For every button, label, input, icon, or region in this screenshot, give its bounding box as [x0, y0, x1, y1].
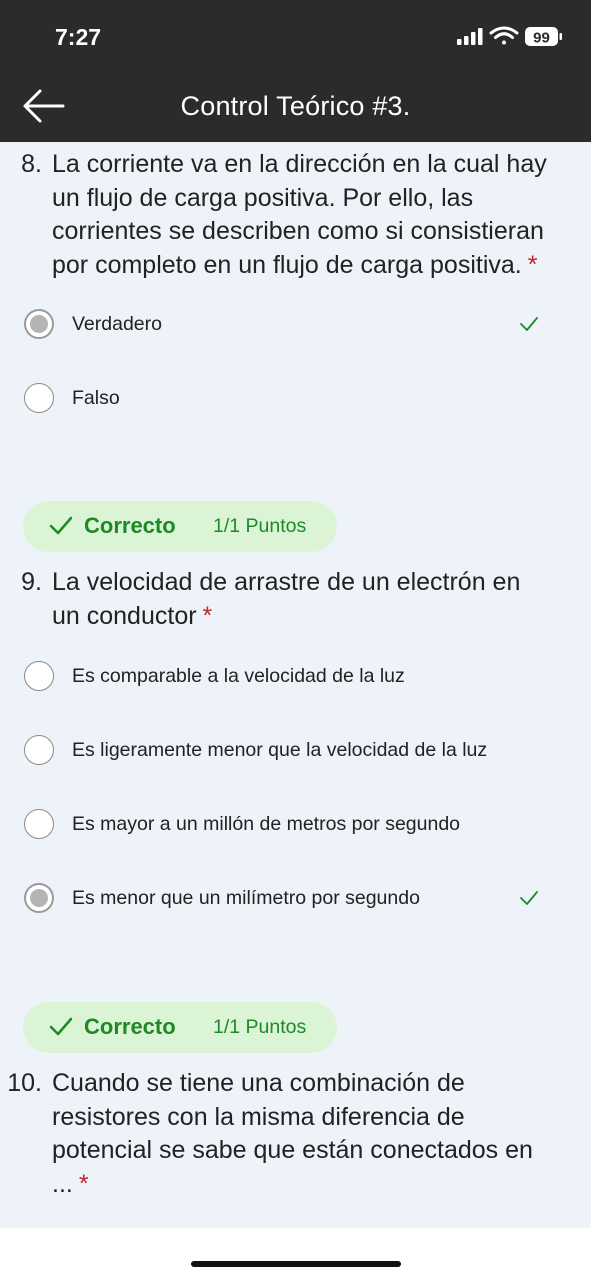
- question-number: 9.: [21, 568, 42, 596]
- status-bar: 7:27 99: [0, 0, 591, 70]
- result-status: Correcto: [84, 1014, 176, 1039]
- option-label: Es comparable a la velocidad de la luz: [72, 665, 405, 687]
- radio-button[interactable]: [24, 809, 54, 839]
- required-asterisk: *: [202, 601, 213, 630]
- radio-button[interactable]: [24, 383, 54, 413]
- question-text: Cuando se tiene una combinación de resis…: [52, 1067, 572, 1201]
- question-number: 8.: [21, 150, 42, 178]
- result-badge: Correcto 1/1 Puntos: [23, 1002, 337, 1053]
- required-asterisk: *: [527, 250, 538, 279]
- check-icon: [49, 1017, 73, 1036]
- battery-icon: 99: [525, 27, 562, 47]
- question-text: La velocidad de arrastre de un electrón …: [52, 566, 572, 633]
- required-asterisk: *: [78, 1169, 89, 1198]
- question-line: La corriente va en la dirección en la cu…: [52, 150, 547, 178]
- quiz-content[interactable]: 8. La corriente va en la dirección en la…: [0, 142, 591, 1228]
- question-line: resistores con la misma diferencia de: [52, 1102, 465, 1131]
- option-mayor-millon[interactable]: Es mayor a un millón de metros por segun…: [24, 803, 554, 847]
- check-icon: [520, 317, 538, 331]
- option-ligeramente-menor[interactable]: Es ligeramente menor que la velocidad de…: [24, 729, 554, 773]
- check-icon: [520, 891, 538, 905]
- signal-icon: [457, 28, 483, 45]
- wifi-icon: [489, 26, 519, 45]
- status-time: 7:27: [55, 24, 102, 50]
- bottom-bar: [0, 1228, 591, 1280]
- option-menor-milimetro[interactable]: Es menor que un milímetro por segundo: [24, 877, 554, 921]
- question-line: un conductor: [52, 601, 197, 630]
- result-points: 1/1 Puntos: [213, 515, 307, 537]
- battery-level: 99: [533, 30, 550, 47]
- check-icon: [49, 516, 73, 535]
- question-line: Cuando se tiene una combinación de: [52, 1069, 465, 1097]
- question-line: corrientes se describen como si consisti…: [52, 217, 544, 245]
- question-line: potencial se sabe que están conectados e…: [52, 1136, 533, 1164]
- option-label: Es mayor a un millón de metros por segun…: [72, 813, 461, 835]
- home-indicator[interactable]: [191, 1261, 401, 1267]
- question-text: La corriente va en la dirección en la cu…: [52, 148, 572, 282]
- question-line: por completo en un flujo de carga positi…: [52, 250, 522, 279]
- result-status: Correcto: [84, 513, 176, 538]
- status-icons: 99: [457, 26, 562, 47]
- radio-button[interactable]: [24, 309, 54, 339]
- option-label: Es ligeramente menor que la velocidad de…: [72, 739, 488, 761]
- question-number: 10.: [7, 1069, 42, 1097]
- result-points: 1/1 Puntos: [213, 1016, 307, 1038]
- option-label: Falso: [72, 387, 120, 409]
- question-line: La velocidad de arrastre de un electrón …: [52, 568, 521, 596]
- question-line: un flujo de carga positiva. Por ello, la…: [52, 183, 474, 212]
- question-line: ...: [52, 1169, 73, 1198]
- option-verdadero[interactable]: Verdadero: [24, 303, 554, 347]
- radio-button[interactable]: [24, 883, 54, 913]
- radio-button[interactable]: [24, 735, 54, 765]
- option-falso[interactable]: Falso: [24, 377, 554, 421]
- page-title: Control Teórico #3.: [180, 91, 411, 121]
- radio-button[interactable]: [24, 661, 54, 691]
- nav-bar: Control Teórico #3.: [0, 70, 591, 142]
- option-label: Verdadero: [72, 313, 162, 335]
- option-label: Es menor que un milímetro por segundo: [72, 887, 420, 909]
- result-badge: Correcto 1/1 Puntos: [23, 501, 337, 552]
- option-comparable-luz[interactable]: Es comparable a la velocidad de la luz: [24, 655, 554, 699]
